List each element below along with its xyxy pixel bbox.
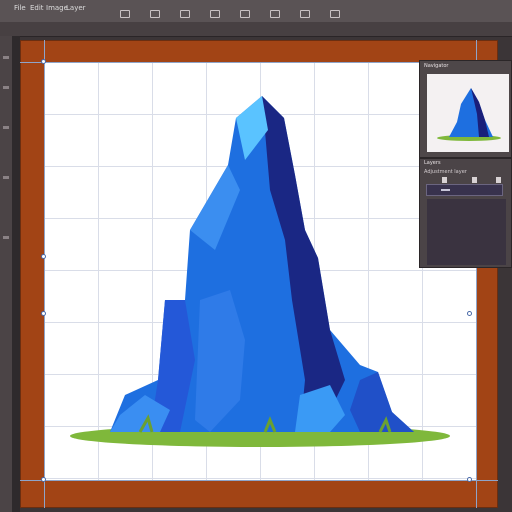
transform-handle[interactable]: [41, 477, 46, 482]
transform-handle[interactable]: [41, 59, 46, 64]
swatch-icon[interactable]: [442, 177, 447, 183]
navigator-thumbnail[interactable]: [427, 74, 509, 152]
thumbnail-rock-icon: [437, 88, 501, 141]
navigator-panel: Navigator: [419, 60, 512, 158]
navigator-tab[interactable]: Navigator: [424, 63, 448, 69]
properties-panel: Layers Adjustment layer: [419, 158, 512, 268]
transform-handle[interactable]: [467, 311, 472, 316]
layer-row[interactable]: [426, 184, 503, 196]
layer-thumb: [441, 189, 450, 191]
transform-handle[interactable]: [41, 311, 46, 316]
layers-list: [427, 199, 506, 265]
transform-handle[interactable]: [467, 477, 472, 482]
transform-handle[interactable]: [41, 254, 46, 259]
panel-subtitle: Adjustment layer: [424, 169, 467, 175]
swatch-icon[interactable]: [496, 177, 501, 183]
swatch-icon[interactable]: [472, 177, 477, 183]
panel-title[interactable]: Layers: [424, 160, 441, 166]
